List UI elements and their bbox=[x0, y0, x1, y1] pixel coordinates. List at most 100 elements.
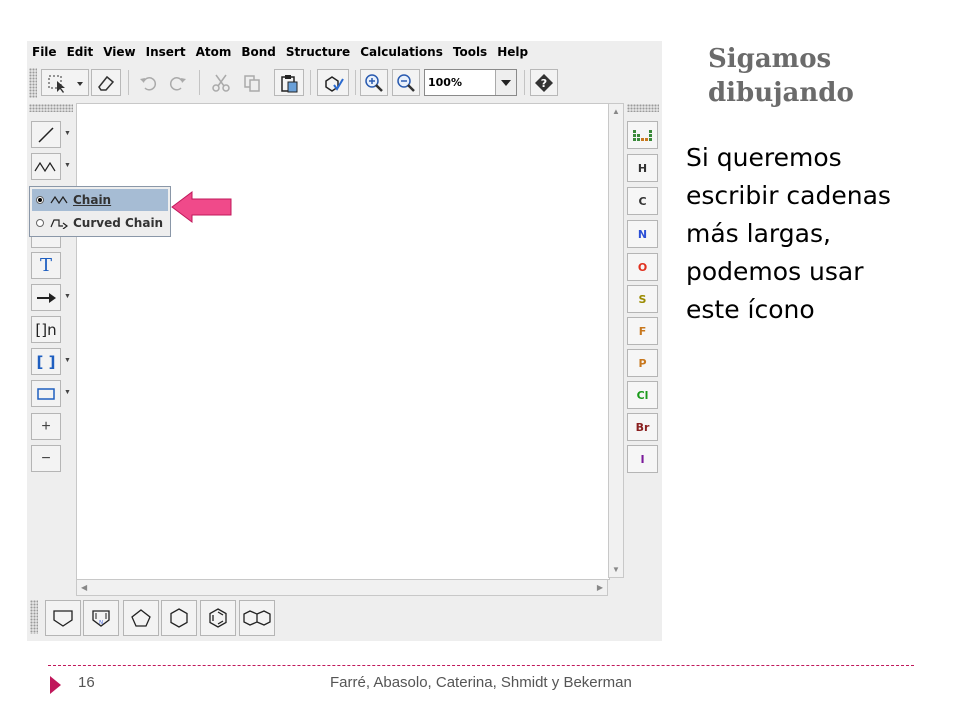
menu-atom[interactable]: Atom bbox=[191, 45, 237, 59]
copy-icon bbox=[244, 74, 260, 92]
atom-button-s[interactable]: S bbox=[627, 285, 658, 313]
bullet-line: podemos usar bbox=[686, 257, 864, 286]
slide-title-line: Sigamos bbox=[708, 44, 832, 74]
slide-title-line: dibujando bbox=[708, 78, 854, 108]
chevron-down-icon[interactable]: ▼ bbox=[64, 357, 71, 364]
menu-structure[interactable]: Structure bbox=[281, 45, 355, 59]
chain-icon bbox=[50, 195, 68, 205]
curved-chain-icon bbox=[50, 219, 68, 229]
atom-symbol: Br bbox=[635, 420, 650, 434]
toolbar-grip[interactable] bbox=[30, 600, 38, 634]
toolbar-grip[interactable] bbox=[29, 68, 37, 98]
pyrrole-ring-icon: N bbox=[92, 610, 110, 627]
right-toolbar-grip[interactable] bbox=[627, 104, 659, 112]
chain-tool[interactable] bbox=[31, 153, 61, 180]
menu-item-curved-chain[interactable]: Curved Chain bbox=[32, 212, 168, 234]
undo-icon bbox=[140, 76, 157, 91]
zoom-select[interactable]: 100% bbox=[424, 69, 517, 96]
scroll-down-icon[interactable]: ▼ bbox=[612, 565, 620, 574]
rectangle-icon bbox=[37, 387, 55, 400]
copy-button[interactable] bbox=[238, 69, 266, 96]
marvin-sketch-window: File Edit View Insert Atom Bond Structur… bbox=[27, 41, 662, 641]
horizontal-scrollbar[interactable]: ◀ ▶ bbox=[76, 579, 608, 596]
vertical-scrollbar[interactable]: ▲ ▼ bbox=[608, 103, 624, 578]
menu-tools[interactable]: Tools bbox=[448, 45, 492, 59]
rectangle-tool[interactable] bbox=[31, 380, 61, 407]
menu-edit[interactable]: Edit bbox=[62, 45, 99, 59]
atom-symbol: H bbox=[637, 161, 648, 175]
page-number: 16 bbox=[78, 674, 95, 691]
menu-item-label: Curved Chain bbox=[73, 216, 164, 230]
zoom-in-button[interactable] bbox=[360, 69, 388, 96]
left-toolbar-grip[interactable] bbox=[29, 104, 73, 112]
selection-tool-button[interactable] bbox=[41, 69, 89, 96]
zoom-out-button[interactable] bbox=[392, 69, 420, 96]
paste-button[interactable] bbox=[274, 69, 304, 96]
atom-button-c[interactable]: C bbox=[627, 187, 658, 215]
atom-symbol: S bbox=[638, 292, 647, 306]
clean-2d-icon bbox=[325, 75, 344, 92]
menu-file[interactable]: File bbox=[27, 45, 62, 59]
chevron-down-icon[interactable]: ▼ bbox=[64, 162, 71, 169]
arrow-tool[interactable] bbox=[31, 284, 61, 311]
text-tool[interactable]: T bbox=[31, 252, 61, 279]
atom-button-f[interactable]: F bbox=[627, 317, 658, 345]
scissors-icon bbox=[212, 74, 230, 92]
bullet-line: Si queremos bbox=[686, 143, 842, 172]
atom-button-n[interactable]: N bbox=[627, 220, 658, 248]
atom-button-br[interactable]: Br bbox=[627, 413, 658, 441]
scroll-right-icon[interactable]: ▶ bbox=[597, 583, 603, 592]
atom-button-cl[interactable]: Cl bbox=[627, 381, 658, 409]
menu-bond[interactable]: Bond bbox=[236, 45, 281, 59]
menu-calculations[interactable]: Calculations bbox=[355, 45, 448, 59]
minus-label: − bbox=[41, 449, 51, 467]
decrease-charge-tool[interactable]: − bbox=[31, 445, 61, 472]
chevron-down-icon[interactable]: ▼ bbox=[64, 293, 71, 300]
single-bond-tool[interactable] bbox=[31, 121, 61, 148]
atom-button-h[interactable]: H bbox=[627, 154, 658, 182]
svg-text:N: N bbox=[99, 620, 103, 626]
template-pyrrole-like[interactable]: N bbox=[83, 600, 119, 636]
slide-title: Sigamos dibujando bbox=[708, 42, 948, 110]
atom-symbol: F bbox=[638, 324, 647, 338]
atom-button-p[interactable]: P bbox=[627, 349, 658, 377]
redo-button[interactable] bbox=[164, 69, 192, 96]
clean-structure-button[interactable] bbox=[317, 69, 349, 96]
chevron-down-icon[interactable]: ▼ bbox=[64, 130, 71, 137]
help-button[interactable]: ? bbox=[530, 69, 558, 96]
chevron-down-icon bbox=[501, 79, 512, 86]
template-cyclopropane-like[interactable] bbox=[45, 600, 81, 636]
footer-authors: Farré, Abasolo, Caterina, Shmidt y Beker… bbox=[330, 674, 632, 691]
chain-icon bbox=[34, 161, 56, 172]
template-hexagon[interactable] bbox=[161, 600, 197, 636]
cut-button[interactable] bbox=[207, 69, 235, 96]
increase-charge-tool[interactable]: + bbox=[31, 413, 61, 440]
pentagon-icon bbox=[131, 609, 151, 627]
drawing-canvas[interactable] bbox=[76, 103, 610, 580]
menu-view[interactable]: View bbox=[98, 45, 140, 59]
redo-icon bbox=[169, 76, 186, 91]
hexagon-icon bbox=[170, 608, 188, 628]
erase-button[interactable] bbox=[91, 69, 121, 96]
bracket-n-tool[interactable]: []n bbox=[31, 316, 61, 343]
menu-insert[interactable]: Insert bbox=[141, 45, 191, 59]
atom-button-i[interactable]: I bbox=[627, 445, 658, 473]
menu-item-chain[interactable]: Chain bbox=[32, 189, 168, 211]
atom-symbol: N bbox=[637, 227, 648, 241]
scroll-left-icon[interactable]: ◀ bbox=[81, 583, 87, 592]
bracket-tool[interactable]: [ ] bbox=[31, 348, 61, 375]
atom-symbol: P bbox=[638, 356, 647, 370]
periodic-table-button[interactable] bbox=[627, 121, 658, 149]
template-naphthalene[interactable] bbox=[239, 600, 275, 636]
template-benzene[interactable] bbox=[200, 600, 236, 636]
template-pentagon[interactable] bbox=[123, 600, 159, 636]
main-toolbar: 100% ? bbox=[27, 64, 562, 100]
menubar: File Edit View Insert Atom Bond Structur… bbox=[27, 41, 662, 63]
undo-button[interactable] bbox=[134, 69, 162, 96]
menu-help[interactable]: Help bbox=[492, 45, 533, 59]
atom-button-o[interactable]: O bbox=[627, 253, 658, 281]
menu-item-label: Chain bbox=[73, 193, 112, 207]
zoom-dropdown-button[interactable] bbox=[495, 70, 516, 95]
scroll-up-icon[interactable]: ▲ bbox=[612, 107, 620, 116]
chevron-down-icon[interactable]: ▼ bbox=[64, 389, 71, 396]
